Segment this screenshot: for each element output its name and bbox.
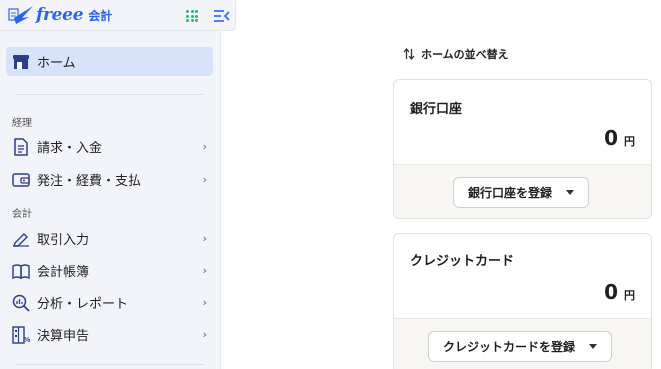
sidebar-item-closing[interactable]: % 決算申告 ›	[6, 320, 213, 349]
chevron-right-icon: ›	[202, 232, 207, 245]
chevron-right-icon: ›	[202, 140, 207, 153]
card-title: クレジットカード	[410, 254, 515, 269]
caret-down-icon	[566, 190, 575, 195]
sidebar-item-label: 取引入力	[37, 233, 90, 248]
sort-label: ホームの並べ替え	[421, 48, 509, 61]
caret-down-icon	[589, 344, 598, 349]
card-footer: クレジットカードを登録	[394, 318, 651, 369]
sidebar-divider	[16, 364, 204, 365]
sidebar-item-ledgers[interactable]: 会計帳簿 ›	[6, 256, 213, 285]
sidebar-item-label: 決算申告	[37, 329, 90, 344]
card-title: 銀行口座	[410, 102, 463, 117]
sidebar-item-label: 分析・レポート	[37, 297, 129, 312]
chevron-right-icon: ›	[202, 328, 207, 341]
collapse-sidebar-icon[interactable]	[213, 8, 231, 24]
invoice-icon	[11, 137, 31, 157]
home-sort-link[interactable]: ホームの並べ替え	[403, 46, 509, 62]
sidebar-item-transactions[interactable]: 取引入力 ›	[6, 224, 213, 253]
shop-icon	[11, 52, 31, 72]
chevron-right-icon: ›	[202, 264, 207, 277]
sidebar-item-label: ホーム	[37, 56, 76, 71]
sort-arrows-icon	[403, 48, 415, 60]
analytics-search-icon	[11, 293, 31, 313]
freee-bird-icon	[8, 6, 33, 24]
card-amount: 0 円	[604, 126, 635, 150]
sidebar-item-label: 会計帳簿	[37, 265, 90, 280]
sidebar-item-label: 請求・入金	[37, 141, 103, 156]
register-bank-account-button[interactable]: 銀行口座を登録	[453, 177, 590, 208]
sidebar-header: freee 会計	[0, 0, 236, 31]
logo-wordmark: freee	[36, 5, 84, 25]
freee-logo[interactable]: freee 会計	[8, 4, 112, 26]
app-switcher-icon[interactable]	[186, 10, 198, 22]
tax-document-icon: %	[11, 325, 31, 345]
logo-product-name: 会計	[88, 8, 113, 23]
chevron-right-icon: ›	[202, 173, 207, 186]
card-footer: 銀行口座を登録	[394, 164, 651, 218]
sidebar: freee 会計 ホーム 経理 請求・入金 › 発注・経費・支払 › 会計 取引…	[0, 0, 236, 369]
sidebar-item-reports[interactable]: 分析・レポート ›	[6, 288, 213, 317]
svg-text:%: %	[24, 336, 31, 344]
register-credit-card-button[interactable]: クレジットカードを登録	[428, 331, 613, 362]
button-label: 銀行口座を登録	[468, 186, 553, 200]
amount-unit: 円	[624, 289, 635, 302]
sidebar-item-ordering[interactable]: 発注・経費・支払 ›	[6, 165, 213, 194]
sidebar-item-billing[interactable]: 請求・入金 ›	[6, 132, 213, 161]
sidebar-item-home[interactable]: ホーム	[6, 47, 213, 76]
credit-card-card: クレジットカード 0 円 クレジットカードを登録	[393, 233, 652, 369]
sidebar-item-label: 発注・経費・支払	[37, 174, 142, 189]
section-label-accounting: 会計	[12, 209, 32, 220]
bank-account-card: 銀行口座 0 円 銀行口座を登録	[393, 79, 652, 219]
button-label: クレジットカードを登録	[443, 340, 576, 354]
sidebar-divider	[16, 94, 204, 95]
chevron-right-icon: ›	[202, 296, 207, 309]
card-amount: 0 円	[604, 280, 635, 304]
pen-icon	[11, 229, 31, 249]
section-label-accounting-ops: 経理	[12, 118, 32, 129]
book-icon	[11, 261, 31, 281]
amount-value: 0	[604, 280, 618, 304]
amount-value: 0	[604, 126, 618, 150]
wallet-icon	[11, 170, 31, 190]
amount-unit: 円	[624, 135, 635, 148]
